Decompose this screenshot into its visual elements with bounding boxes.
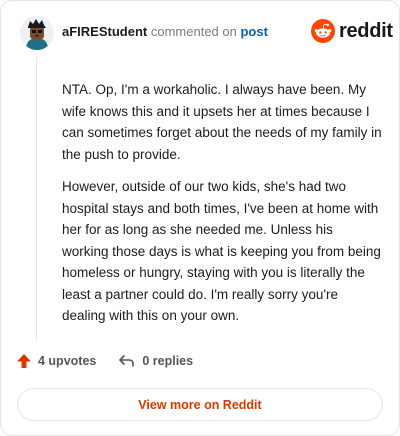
thread-line	[36, 57, 37, 341]
comment-paragraph: NTA. Op, I'm a workaholic. I always have…	[62, 82, 382, 162]
username-link[interactable]: aFIREStudent	[62, 24, 147, 39]
comment-paragraph: However, outside of our two kids, she's …	[62, 179, 381, 323]
comment-body: NTA. Op, I'm a workaholic. I always have…	[62, 79, 382, 338]
view-more-label: View more on Reddit	[138, 397, 262, 412]
reddit-snoo-icon	[311, 19, 335, 43]
post-link[interactable]: post	[240, 24, 267, 39]
upvote-button[interactable]: 4 upvotes	[16, 353, 96, 369]
upvote-arrow-icon	[17, 354, 31, 368]
comment-actions: 4 upvotes 0 replies	[16, 353, 215, 369]
action-text: commented on	[150, 24, 237, 39]
reddit-logo[interactable]: reddit	[311, 19, 393, 43]
upvote-count: 4 upvotes	[38, 354, 97, 368]
avatar[interactable]	[20, 16, 54, 50]
reply-button[interactable]: 0 replies	[118, 353, 193, 369]
comment-header: aFIREStudent commented on post	[62, 24, 268, 39]
avatar-icon	[20, 16, 54, 50]
view-more-button[interactable]: View more on Reddit	[17, 388, 383, 421]
embedded-comment-card: aFIREStudent commented on post reddit NT…	[0, 0, 400, 436]
reply-arrow-icon	[119, 355, 135, 367]
reddit-wordmark: reddit	[339, 19, 393, 42]
reply-count: 0 replies	[142, 354, 194, 368]
